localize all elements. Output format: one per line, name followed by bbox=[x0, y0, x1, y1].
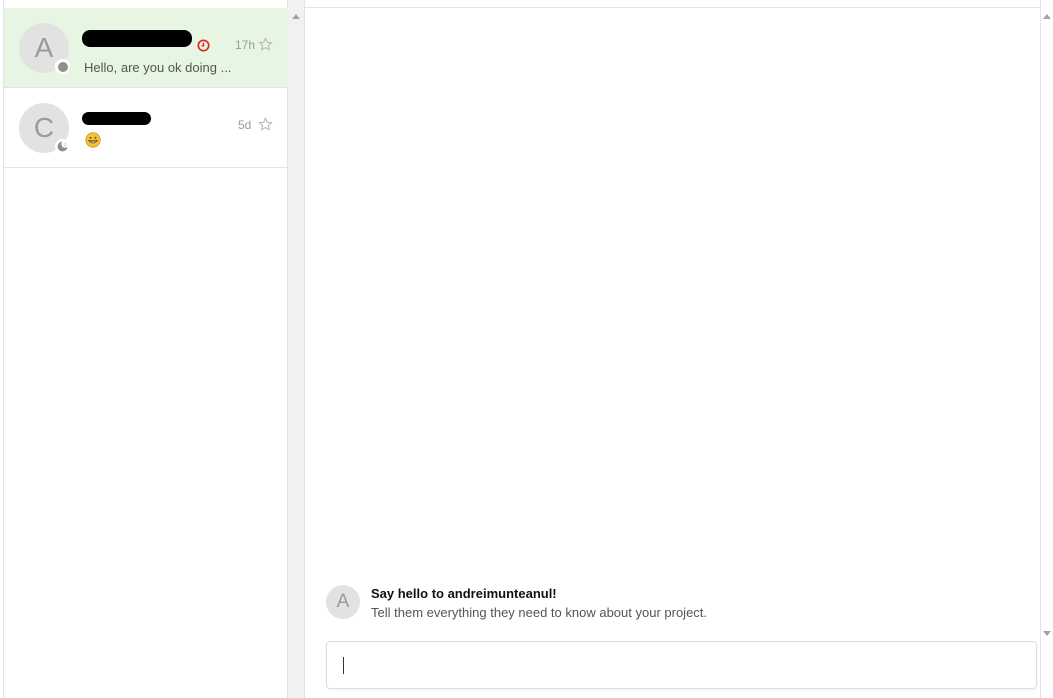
star-icon[interactable] bbox=[258, 117, 273, 132]
timestamp: 17h bbox=[235, 38, 256, 52]
message-input[interactable] bbox=[341, 654, 1021, 676]
conversation-item-c[interactable]: C z 5d bbox=[4, 88, 288, 168]
presence-offline-indicator bbox=[55, 59, 70, 74]
redacted-username bbox=[82, 112, 151, 125]
presence-away-indicator: z bbox=[55, 139, 70, 154]
redacted-username bbox=[82, 30, 192, 47]
messaging-window: A 17h Hello, are you ok doing ... C z 5d… bbox=[0, 0, 1053, 698]
moon-icon: z bbox=[57, 140, 69, 152]
conversation-item-a[interactable]: A 17h Hello, are you ok doing ... bbox=[4, 8, 288, 88]
chat-panel: A Say hello to andreimunteanul! Tell the… bbox=[304, 0, 1042, 698]
header-divider bbox=[305, 7, 1042, 8]
scroll-down-arrow-icon[interactable] bbox=[1043, 631, 1051, 636]
intro-subtitle: Tell them everything they need to know a… bbox=[371, 605, 708, 620]
conversation-list-scrollbar[interactable] bbox=[288, 0, 304, 698]
message-preview: Hello, are you ok doing ... bbox=[84, 60, 232, 75]
grinning-face-emoji-icon bbox=[85, 132, 101, 148]
message-composer[interactable] bbox=[326, 641, 1037, 689]
star-icon[interactable] bbox=[258, 37, 273, 52]
recipient-avatar: A bbox=[326, 585, 360, 619]
clock-icon bbox=[197, 39, 210, 52]
chat-panel-scrollbar[interactable] bbox=[1041, 0, 1053, 698]
scroll-up-arrow-icon[interactable] bbox=[292, 14, 300, 19]
scroll-up-arrow-icon[interactable] bbox=[1043, 14, 1051, 19]
timestamp: 5d bbox=[238, 118, 252, 132]
intro-title: Say hello to andreimunteanul! bbox=[371, 586, 557, 601]
conversation-list: A 17h Hello, are you ok doing ... C z 5d bbox=[3, 0, 288, 698]
